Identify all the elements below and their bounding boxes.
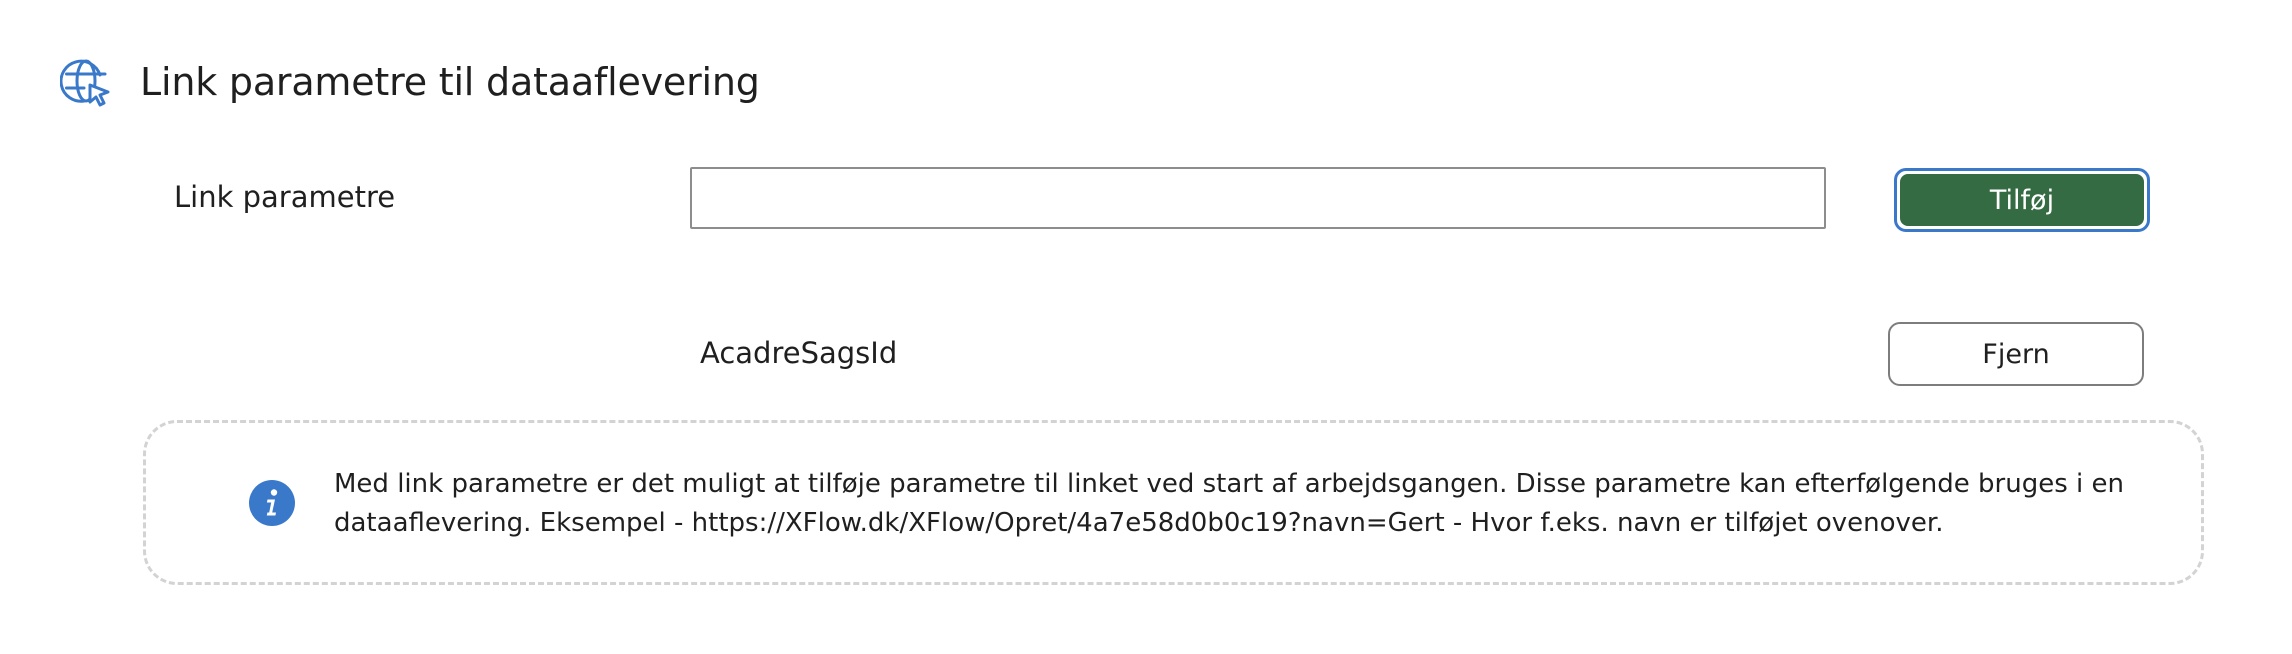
info-text: Med link parametre er det muligt at tilf… bbox=[334, 469, 2124, 538]
info-icon bbox=[248, 479, 296, 527]
info-box: Med link parametre er det muligt at tilf… bbox=[143, 420, 2204, 585]
globe-cursor-icon bbox=[59, 55, 114, 109]
remove-button[interactable]: Fjern bbox=[1888, 322, 2144, 386]
link-parametre-label: Link parametre bbox=[174, 180, 396, 214]
page-header: Link parametre til dataaflevering bbox=[59, 54, 760, 110]
parameter-name: AcadreSagsId bbox=[700, 336, 898, 370]
link-parametre-input[interactable] bbox=[690, 167, 1826, 229]
page-title: Link parametre til dataaflevering bbox=[140, 60, 760, 104]
add-button-focus-ring: Tilføj bbox=[1894, 168, 2150, 232]
add-button[interactable]: Tilføj bbox=[1900, 174, 2144, 226]
